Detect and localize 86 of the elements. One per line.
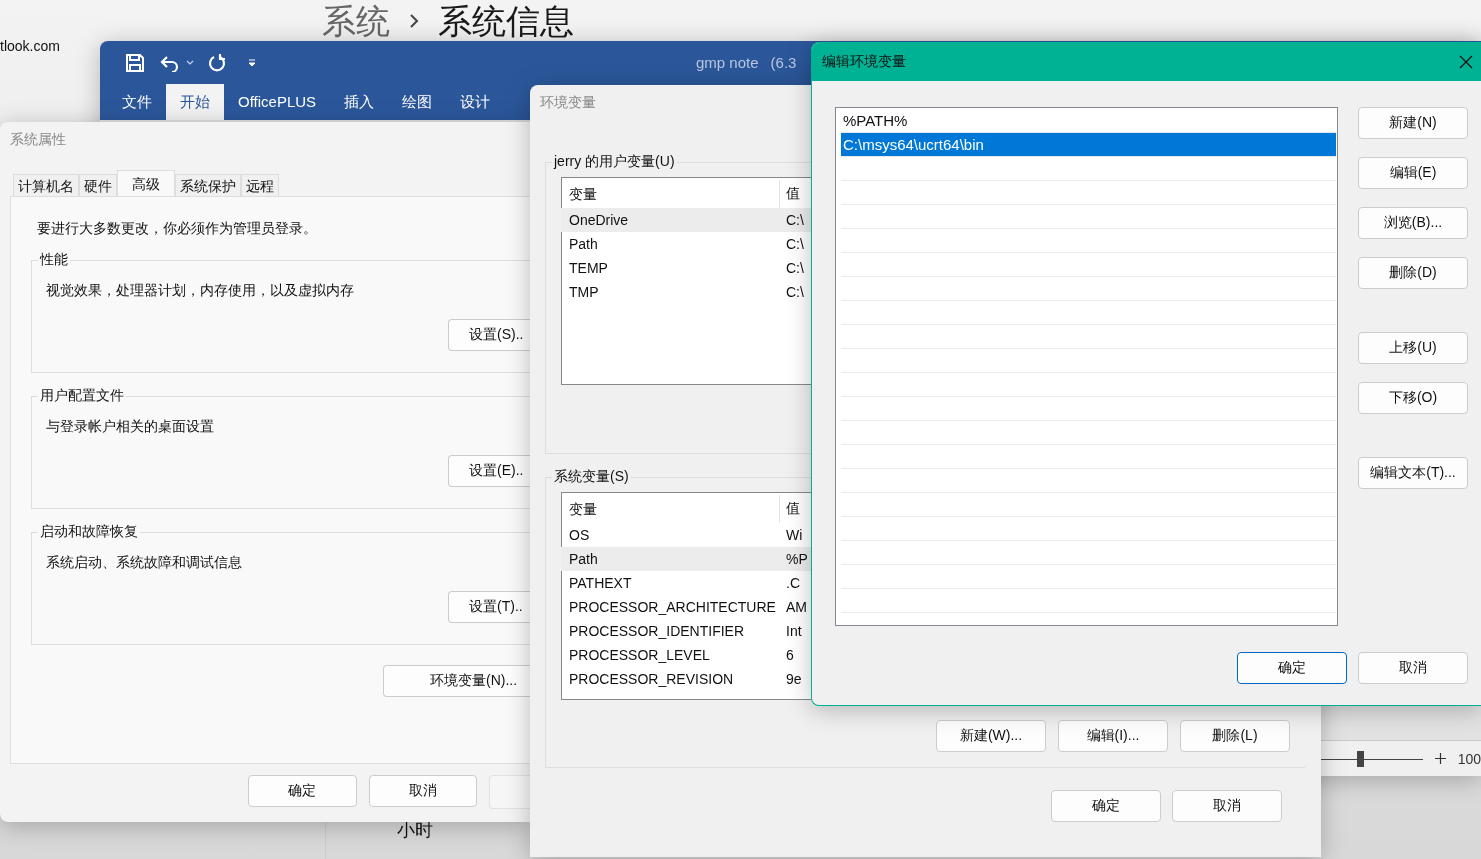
window-title: 环境变量 [539,93,597,112]
dialog-button[interactable]: 确定 [248,775,357,807]
variable-name[interactable]: Path [569,551,780,567]
save-icon[interactable] [126,53,144,72]
variable-name[interactable]: PROCESSOR_LEVEL [569,647,780,663]
column-header[interactable]: 值 [780,185,800,203]
variable-name[interactable]: Path [569,236,780,252]
tab[interactable]: 计算机名 [13,174,79,196]
breadcrumb-item[interactable]: 系统 [322,0,390,42]
dialog-button[interactable]: 确定 [1051,790,1161,822]
variable-value[interactable]: Int [780,623,802,639]
variable-name[interactable]: PROCESSOR_REVISION [569,671,780,687]
side-button[interactable]: 上移(U) [1358,332,1468,364]
variable-name[interactable]: TMP [569,284,780,300]
variable-value[interactable]: .C [780,575,800,591]
customize-icon[interactable] [248,58,256,67]
variable-name[interactable]: PROCESSOR_ARCHITECTURE [569,599,780,615]
group-description: 与登录帐户相关的桌面设置 [46,417,215,435]
chevron-right-icon [408,13,420,29]
tab[interactable]: 远程 [241,174,279,196]
variable-value[interactable]: C:\ [780,284,804,300]
variable-value[interactable]: C:\ [780,212,804,228]
document-title-suffix: (6.3 [770,54,797,71]
plus-icon[interactable] [1434,753,1446,764]
variable-name[interactable]: PATHEXT [569,575,780,591]
breadcrumb-item[interactable]: 系统信息 [438,0,574,42]
ribbon-tab[interactable]: 绘图 [388,84,447,120]
side-button[interactable]: 编辑文本(T)... [1358,457,1468,489]
ribbon-tab[interactable]: 插入 [330,84,389,120]
group-title: jerry 的用户变量(U) [552,153,676,171]
side-button[interactable]: 浏览(B)... [1358,207,1468,239]
variable-button[interactable]: 编辑(I)... [1058,720,1168,752]
group-description: 视觉效果，处理器计划，内存使用，以及虚拟内存 [46,281,355,299]
zoom-percent: 100 [1457,750,1481,767]
notice-text: 要进行大多数更改，你必须作为管理员登录。 [37,219,318,237]
ribbon-tab[interactable]: OfficePLUS [224,84,331,120]
column-header[interactable]: 值 [780,500,800,518]
group-title: 用户配置文件 [39,387,125,405]
dialog-title: 编辑环境变量 [822,53,906,71]
variable-name[interactable]: OneDrive [569,212,780,228]
tab[interactable]: 硬件 [79,174,117,196]
group-title: 启动和故障恢复 [39,523,139,541]
sidebar-text: 小时 [397,819,433,842]
side-button[interactable]: 编辑(E) [1358,157,1468,189]
account-email: tlook.com [0,38,60,54]
document-title: gmp note [696,54,759,71]
zoom-slider[interactable] [1318,750,1423,767]
side-button[interactable]: 下移(O) [1358,382,1468,414]
variable-name[interactable]: TEMP [569,260,780,276]
path-entry[interactable]: C:\msys64\ucrt64\bin [841,133,1336,157]
dialog-button[interactable]: 取消 [1358,652,1468,684]
group-title: 性能 [38,251,69,269]
ribbon-tab[interactable]: 文件 [108,84,166,120]
variable-name[interactable]: PROCESSOR_IDENTIFIER [569,623,780,639]
variable-value[interactable]: 9e [780,671,802,687]
environment-variables-button[interactable]: 环境变量(N)... [383,665,530,697]
group-title: 系统变量(S) [553,468,630,486]
group-description: 系统启动、系统故障和调试信息 [46,553,243,571]
variable-value[interactable]: C:\ [780,236,804,252]
caret-down-icon[interactable] [186,59,194,66]
close-icon[interactable] [1459,55,1473,69]
settings-button[interactable]: 设置(S).. [448,319,530,351]
variable-button[interactable]: 删除(L) [1180,720,1290,752]
column-header[interactable]: 变量 [569,495,780,523]
window-title: 系统属性 [9,130,67,149]
zoom-slider-thumb[interactable] [1357,750,1365,767]
tab[interactable]: 高级 [117,170,175,196]
settings-button[interactable]: 设置(E).. [448,455,530,487]
dialog-button[interactable]: 取消 [1172,790,1282,822]
undo-icon[interactable] [160,53,180,72]
dialog-button[interactable]: 取消 [368,775,478,807]
variable-value[interactable]: AM [780,599,807,615]
redo-icon[interactable] [208,53,226,72]
variable-button[interactable]: 新建(W)... [936,720,1046,752]
variable-value[interactable]: %P [780,551,808,567]
settings-button[interactable]: 设置(T).. [448,591,530,623]
tab[interactable]: 系统保护 [175,174,241,196]
variable-name[interactable]: OS [569,527,780,543]
ribbon-tab[interactable]: 设计 [446,84,505,120]
dialog-button[interactable]: 确定 [1237,652,1347,684]
variable-value[interactable]: 6 [780,647,794,663]
ribbon-tab[interactable]: 开始 [166,84,224,120]
variable-value[interactable]: C:\ [780,260,804,276]
side-button[interactable]: 删除(D) [1358,257,1468,289]
side-button[interactable]: 新建(N) [1358,107,1468,139]
variable-value[interactable]: Wi [780,527,803,543]
